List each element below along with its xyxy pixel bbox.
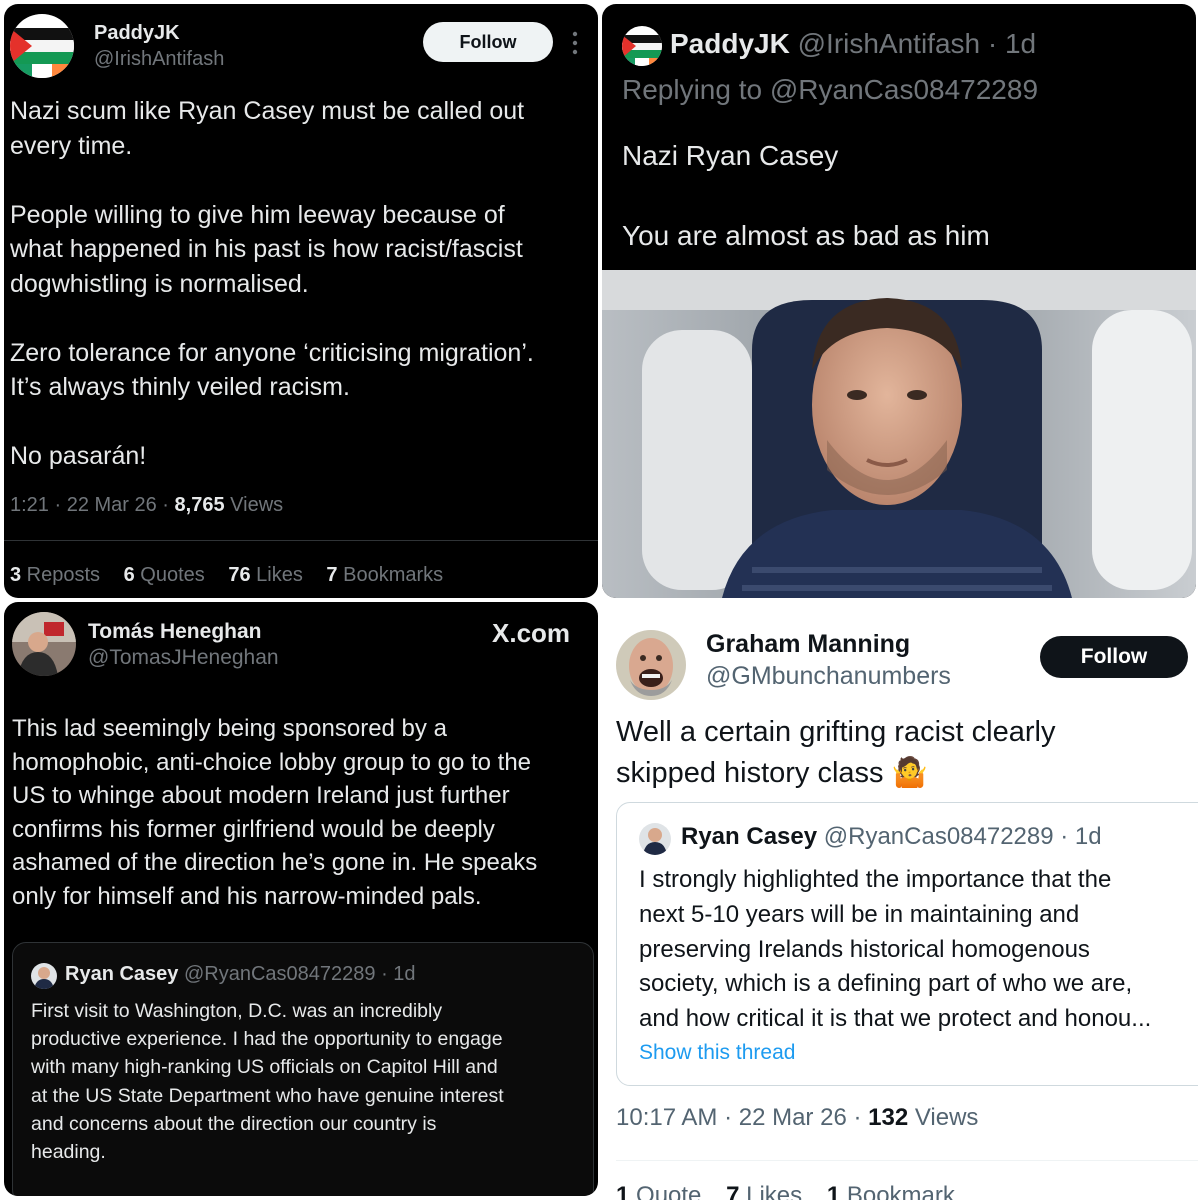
quote-author-handle-time: @RyanCas08472289 · 1d bbox=[823, 823, 1102, 850]
profile-photo-icon bbox=[31, 963, 57, 989]
stat-quotes[interactable]: 1 Quote bbox=[616, 1182, 701, 1200]
quote-author-handle-time: @RyanCas08472289 · 1d bbox=[183, 963, 416, 985]
tweet-timestamp[interactable]: 10:17 AM · 22 Mar 26 · bbox=[616, 1104, 868, 1131]
avatar-heneghan[interactable] bbox=[12, 612, 76, 676]
stat-reposts[interactable]: 3 Reposts bbox=[10, 564, 100, 586]
engagement-stats: 3 Reposts 6 Quotes 76 Likes 7 Bookmarks bbox=[10, 564, 443, 587]
quote-body: First visit to Washington, D.C. was an i… bbox=[31, 1000, 504, 1164]
divider bbox=[4, 540, 598, 541]
views-count: 8,765 bbox=[174, 494, 225, 516]
follow-label: Follow bbox=[1080, 645, 1148, 668]
attached-photo[interactable] bbox=[602, 270, 1196, 598]
follow-button[interactable]: Follow bbox=[423, 22, 553, 62]
divider bbox=[616, 1160, 1198, 1161]
quote-header: Ryan Casey @RyanCas08472289 · 1d bbox=[681, 823, 1102, 851]
avatar-paddyjk-small[interactable] bbox=[622, 26, 662, 66]
stat-bookmarks[interactable]: 1 Bookmark bbox=[827, 1182, 955, 1200]
tweet-meta: 10:17 AM · 22 Mar 26 · 132 Views bbox=[616, 1104, 978, 1132]
author-handle[interactable]: @GMbunchanumbers bbox=[706, 662, 951, 691]
x-brand-logo: X.com bbox=[492, 618, 571, 648]
flag-avatar-icon bbox=[622, 26, 662, 66]
author-handle-time[interactable]: @IrishAntifash · 1d bbox=[798, 28, 1037, 59]
stat-quotes[interactable]: 6 Quotes bbox=[124, 564, 205, 586]
show-thread-link[interactable]: Show this thread bbox=[639, 1041, 795, 1065]
follow-label: Follow bbox=[459, 31, 517, 52]
author-name[interactable]: Graham Manning bbox=[706, 630, 910, 659]
tweet-body: This lad seemingly being sponsored by a … bbox=[12, 715, 538, 910]
quote-author-name: Ryan Casey bbox=[65, 963, 179, 985]
author-handle[interactable]: @TomasJHeneghan bbox=[88, 646, 279, 670]
stat-bookmarks[interactable]: 7 Bookmarks bbox=[326, 564, 443, 586]
engagement-stats: 1 Quote 7 Likes 1 Bookmark bbox=[616, 1182, 955, 1200]
reply-panel-paddyjk: PaddyJK @IrishAntifash · 1d Replying to … bbox=[602, 4, 1196, 598]
reply-header: PaddyJK @IrishAntifash · 1d bbox=[670, 28, 1036, 60]
profile-photo-icon bbox=[12, 612, 76, 676]
flag-avatar-icon bbox=[10, 14, 74, 78]
author-name[interactable]: PaddyJK bbox=[94, 22, 180, 45]
selfie-photo-image bbox=[602, 270, 1196, 598]
tweet-timestamp[interactable]: 1:21 · 22 Mar 26 · bbox=[10, 494, 175, 516]
views-count: 132 bbox=[868, 1104, 909, 1131]
reply-body: Nazi Ryan Casey You are almost as bad as… bbox=[622, 140, 990, 251]
tweet-panel-paddyjk: PaddyJK @IrishAntifash Follow Nazi scum … bbox=[4, 4, 598, 598]
quote-author-name: Ryan Casey bbox=[681, 823, 818, 850]
follow-button[interactable]: Follow bbox=[1040, 636, 1188, 678]
author-name[interactable]: Tomás Heneghan bbox=[88, 620, 261, 644]
stat-likes[interactable]: 76 Likes bbox=[228, 564, 303, 586]
more-options-icon[interactable] bbox=[570, 26, 580, 60]
quote-header: Ryan Casey @RyanCas08472289 · 1d bbox=[65, 963, 416, 986]
profile-photo-icon bbox=[616, 630, 686, 700]
avatar-paddyjk[interactable] bbox=[10, 14, 74, 78]
profile-photo-icon bbox=[639, 823, 671, 855]
tweet-body: Nazi scum like Ryan Casey must be called… bbox=[10, 97, 534, 470]
tweet-panel-heneghan: Tomás Heneghan @TomasJHeneghan X.com Thi… bbox=[4, 602, 598, 1196]
quoted-tweet[interactable]: Ryan Casey @RyanCas08472289 · 1d First v… bbox=[12, 942, 594, 1196]
avatar-manning[interactable] bbox=[616, 630, 686, 700]
views-label: Views bbox=[224, 494, 284, 516]
replying-to[interactable]: Replying to @RyanCas08472289 bbox=[622, 74, 1038, 106]
author-handle[interactable]: @IrishAntifash bbox=[94, 48, 224, 71]
quoted-tweet[interactable]: Ryan Casey @RyanCas08472289 · 1d I stron… bbox=[616, 802, 1198, 1086]
avatar-ryan-casey bbox=[639, 823, 671, 855]
tweet-meta: 1:21 · 22 Mar 26 · 8,765 Views bbox=[10, 494, 283, 517]
views-label: Views bbox=[908, 1104, 979, 1131]
avatar-ryan-casey bbox=[31, 963, 57, 989]
tweet-panel-manning: Graham Manning @GMbunchanumbers Follow W… bbox=[604, 612, 1198, 1200]
stat-likes[interactable]: 7 Likes bbox=[726, 1182, 802, 1200]
author-name[interactable]: PaddyJK bbox=[670, 28, 790, 59]
quote-body: I strongly highlighted the importance th… bbox=[639, 866, 1152, 1033]
tweet-body: Well a certain grifting racist clearly s… bbox=[616, 716, 1056, 789]
